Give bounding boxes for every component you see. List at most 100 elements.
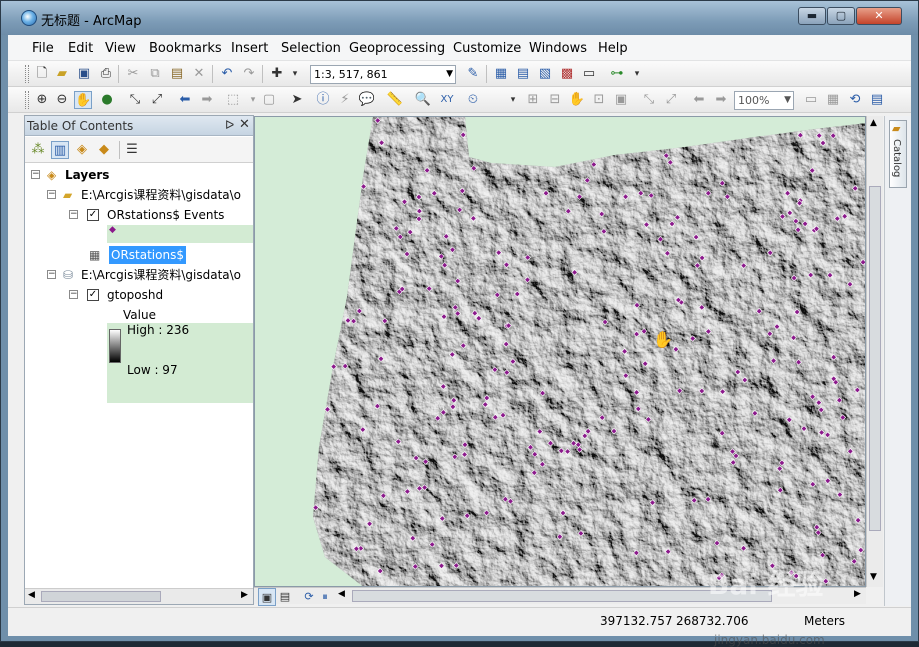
collapse-icon[interactable]: −: [31, 170, 40, 179]
layout-pan-icon[interactable]: ✋: [568, 91, 586, 109]
toc-header[interactable]: Table Of Contents ᐅ ✕: [25, 116, 253, 136]
zoom-in-icon[interactable]: ⊕: [33, 91, 51, 109]
back-extent-icon[interactable]: ⬅: [176, 91, 194, 109]
scrollbar-thumb[interactable]: [41, 591, 161, 602]
copy-icon[interactable]: ⧉: [146, 65, 164, 83]
layout-zoom-combo[interactable]: 100% ▼: [734, 91, 794, 110]
menu-edit[interactable]: Edit: [68, 41, 93, 56]
list-by-selection-icon[interactable]: ◆: [95, 141, 113, 159]
add-data-icon[interactable]: ✚: [268, 65, 286, 83]
undo-icon[interactable]: ↶: [218, 65, 236, 83]
fixed-zoom-out-icon[interactable]: ⤢: [148, 91, 166, 109]
save-icon[interactable]: ▣: [75, 65, 93, 83]
menu-customize[interactable]: Customize: [453, 41, 521, 56]
menu-bookmarks[interactable]: Bookmarks: [149, 41, 222, 56]
new-document-icon[interactable]: 🗋: [33, 65, 51, 83]
arctoolbox-icon[interactable]: ▩: [558, 65, 576, 83]
menu-file[interactable]: File: [32, 41, 54, 56]
editor-toolbar-icon[interactable]: ✎: [464, 65, 482, 83]
delete-icon[interactable]: ✕: [190, 65, 208, 83]
python-window-icon[interactable]: ▭: [580, 65, 598, 83]
select-features-icon[interactable]: ⬚: [224, 91, 242, 109]
layout-zoom-out-icon[interactable]: ⊟: [546, 91, 564, 109]
full-extent-icon[interactable]: ●: [98, 91, 116, 109]
map-vertical-scrollbar[interactable]: ▲ ▼: [866, 116, 883, 587]
menu-selection[interactable]: Selection: [281, 41, 341, 56]
find-icon[interactable]: 🔍: [414, 91, 432, 109]
scrollbar-thumb[interactable]: [352, 590, 772, 602]
scrollbar-thumb[interactable]: [869, 186, 881, 531]
scroll-up-icon[interactable]: ▲: [870, 118, 877, 128]
scroll-left-icon[interactable]: ◀: [28, 590, 35, 600]
fixed-layout-zoom-in-icon[interactable]: ⤡: [640, 91, 658, 109]
collapse-icon[interactable]: −: [47, 270, 56, 279]
pan-icon[interactable]: ✋: [74, 91, 92, 109]
maximize-button[interactable]: ▢: [827, 7, 855, 25]
scroll-right-icon[interactable]: ▶: [854, 589, 861, 599]
map-display[interactable]: ✋: [254, 116, 866, 587]
fixed-zoom-in-icon[interactable]: ⤡: [126, 91, 144, 109]
layout-view-icon[interactable]: ▤: [276, 588, 294, 606]
layout-back-icon[interactable]: ⬅: [690, 91, 708, 109]
print-icon[interactable]: ⎙: [97, 65, 115, 83]
hyperlink-icon[interactable]: ⚡: [336, 91, 354, 109]
toc-horizontal-scrollbar[interactable]: ◀ ▶: [25, 588, 253, 604]
table-of-contents-icon[interactable]: ▦: [492, 65, 510, 83]
redo-icon[interactable]: ↷: [240, 65, 258, 83]
map-scale-combo[interactable]: 1:3, 517, 861 ▼: [310, 65, 456, 84]
add-data-dropdown-icon[interactable]: ▾: [286, 65, 304, 83]
data-view-icon[interactable]: ▣: [258, 588, 276, 606]
change-layout-icon[interactable]: ⟲: [846, 91, 864, 109]
zoom-whole-page-icon[interactable]: ⊡: [590, 91, 608, 109]
pin-icon[interactable]: ᐅ: [225, 118, 234, 132]
pause-drawing-icon[interactable]: ⏸: [316, 588, 334, 606]
menu-help[interactable]: Help: [598, 41, 628, 56]
layer-visibility-checkbox[interactable]: ✓: [87, 209, 99, 221]
toolbar-options-icon[interactable]: ▾: [504, 91, 522, 109]
modelbuilder-icon[interactable]: ⊶: [608, 65, 626, 83]
open-folder-icon[interactable]: ▰: [53, 65, 71, 83]
paste-icon[interactable]: ▤: [168, 65, 186, 83]
list-by-source-icon[interactable]: ▥: [51, 141, 69, 159]
html-popup-icon[interactable]: 💬: [358, 91, 376, 109]
layer-visibility-checkbox[interactable]: ✓: [87, 289, 99, 301]
menu-windows[interactable]: Windows: [529, 41, 587, 56]
scroll-left-icon[interactable]: ◀: [338, 589, 345, 599]
menu-geoprocessing[interactable]: Geoprocessing: [349, 41, 445, 56]
toolbar-grip[interactable]: [25, 91, 29, 109]
identify-icon[interactable]: ⓘ: [314, 91, 332, 109]
catalog-window-icon[interactable]: ▤: [514, 65, 532, 83]
toc-options-icon[interactable]: ☰: [123, 141, 141, 159]
menu-view[interactable]: View: [105, 41, 136, 56]
menu-insert[interactable]: Insert: [231, 41, 268, 56]
list-by-drawing-order-icon[interactable]: ⁂: [29, 141, 47, 159]
close-icon[interactable]: ✕: [239, 117, 250, 132]
data-driven-pages-icon[interactable]: ▤: [868, 91, 886, 109]
select-elements-icon[interactable]: ➤: [288, 91, 306, 109]
layout-forward-icon[interactable]: ➡: [712, 91, 730, 109]
fixed-layout-zoom-out-icon[interactable]: ⤢: [662, 91, 680, 109]
go-to-xy-icon[interactable]: XY: [438, 91, 456, 109]
zoom-100-icon[interactable]: ▣: [612, 91, 630, 109]
zoom-out-icon[interactable]: ⊖: [53, 91, 71, 109]
title-bar[interactable]: 无标题 - ArcMap ▬ ▢ ✕: [1, 1, 918, 35]
list-by-visibility-icon[interactable]: ◈: [73, 141, 91, 159]
scroll-right-icon[interactable]: ▶: [241, 590, 248, 600]
scroll-down-icon[interactable]: ▼: [870, 572, 877, 582]
minimize-button[interactable]: ▬: [798, 7, 826, 25]
toggle-draft-mode-icon[interactable]: ▭: [802, 91, 820, 109]
time-slider-icon[interactable]: ⏲: [464, 91, 482, 109]
measure-icon[interactable]: 📏: [386, 91, 404, 109]
layout-zoom-in-icon[interactable]: ⊞: [524, 91, 542, 109]
collapse-icon[interactable]: −: [69, 210, 78, 219]
toolbar-grip[interactable]: [25, 65, 29, 83]
cut-icon[interactable]: ✂: [124, 65, 142, 83]
catalog-tab[interactable]: ▰ Catalog: [889, 120, 907, 188]
forward-extent-icon[interactable]: ➡: [198, 91, 216, 109]
collapse-icon[interactable]: −: [69, 290, 78, 299]
focus-data-frame-icon[interactable]: ▦: [824, 91, 842, 109]
clear-selection-icon[interactable]: ▢: [260, 91, 278, 109]
toolbar-options-icon[interactable]: ▾: [628, 65, 646, 83]
map-canvas[interactable]: ✋: [255, 117, 866, 587]
search-window-icon[interactable]: ▧: [536, 65, 554, 83]
